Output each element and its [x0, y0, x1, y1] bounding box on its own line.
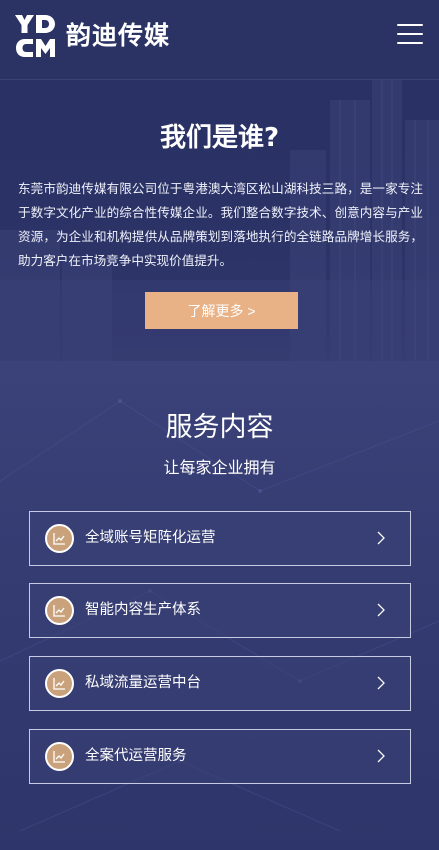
- about-section: 我们是谁? 东莞市韵迪传媒有限公司位于粤港澳大湾区松山湖科技三路，是一家专注于数…: [0, 80, 439, 361]
- services-section: 服务内容 让每家企业拥有 全域账号矩阵化运营 智能内容生产体系 私域流量运营中台…: [0, 361, 439, 850]
- hamburger-menu-icon[interactable]: [397, 22, 423, 46]
- about-description: 东莞市韵迪传媒有限公司位于粤港澳大湾区松山湖科技三路，是一家专注于数字文化产业的…: [18, 181, 423, 268]
- chart-line-icon: [45, 742, 74, 771]
- chevron-right-icon: [377, 531, 385, 545]
- learn-more-button[interactable]: 了解更多 >: [145, 292, 298, 329]
- chevron-right-icon: [377, 676, 385, 690]
- service-item-account-matrix[interactable]: 全域账号矩阵化运营: [29, 511, 411, 566]
- logo-mark-icon: [15, 15, 55, 57]
- chart-line-icon: [45, 669, 74, 698]
- service-label: 智能内容生产体系: [85, 602, 201, 618]
- service-label: 全域账号矩阵化运营: [85, 530, 216, 546]
- chart-line-icon: [45, 524, 74, 553]
- logo-text: 韵迪传媒: [66, 21, 171, 50]
- service-item-private-traffic[interactable]: 私域流量运营中台: [29, 656, 411, 711]
- site-header: 韵迪传媒: [0, 0, 439, 80]
- chevron-right-icon: [377, 603, 385, 617]
- chart-line-icon: [45, 596, 74, 625]
- about-title: 我们是谁?: [159, 123, 280, 153]
- service-item-full-operation[interactable]: 全案代运营服务: [29, 729, 411, 784]
- logo[interactable]: 韵迪传媒: [14, 14, 170, 58]
- service-label: 私域流量运营中台: [85, 675, 201, 691]
- services-subtitle: 让每家企业拥有: [163, 458, 276, 477]
- service-label: 全案代运营服务: [85, 748, 187, 764]
- services-title: 服务内容: [165, 412, 274, 443]
- chevron-right-icon: [377, 749, 385, 763]
- service-item-content-production[interactable]: 智能内容生产体系: [29, 583, 411, 638]
